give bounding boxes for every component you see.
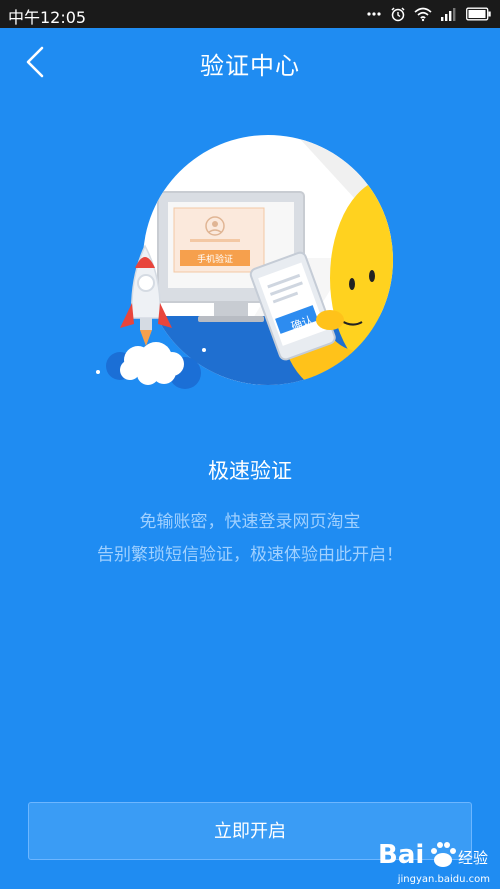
screen-button-label: 手机验证: [197, 253, 233, 265]
verification-center-screen: 中午12:05 验证中心 手机验证 确认 极速验证 免输账密，快速登录网页淘宝 …: [0, 0, 500, 889]
feature-description-line2: 告别繁琐短信验证，极速体验由此开启！: [97, 545, 403, 565]
status-icons: [366, 4, 492, 24]
watermark-url: jingyan.baidu.com: [397, 874, 490, 885]
svg-text:Bai: Bai: [378, 840, 424, 870]
status-bar: 中午12:05: [0, 0, 500, 28]
svg-text:经验: 经验: [458, 849, 488, 867]
more-icon: [366, 6, 382, 22]
status-time: 中午12:05: [8, 8, 87, 27]
paw-icon: [431, 842, 456, 867]
feature-description-line1: 免输账密，快速登录网页淘宝: [139, 512, 361, 532]
verification-illustration: 手机验证 确认: [90, 128, 400, 400]
baidu-jingyan-watermark: Bai 经验 jingyan.baidu.com: [374, 829, 494, 887]
signal-icon: [440, 6, 458, 22]
battery-icon: [466, 7, 492, 21]
alarm-icon: [390, 6, 406, 22]
header: 验证中心: [0, 28, 500, 94]
feature-title: 极速验证: [208, 459, 292, 483]
wifi-icon: [414, 6, 432, 22]
page-title: 验证中心: [200, 52, 300, 80]
